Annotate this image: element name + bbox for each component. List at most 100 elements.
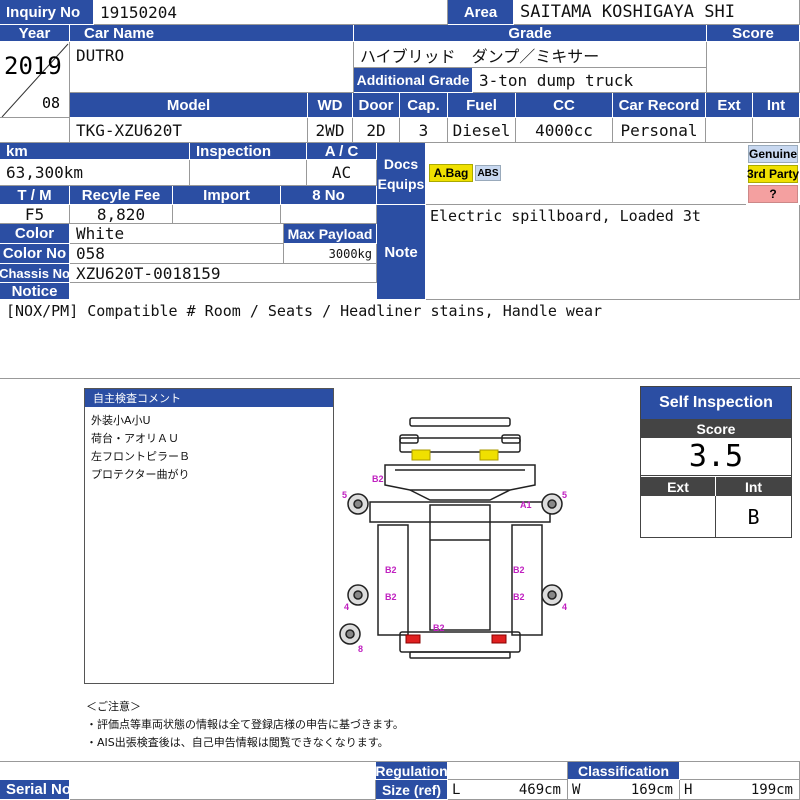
additional-grade-label: Additional Grade	[354, 68, 473, 93]
car-name-value: DUTRO	[70, 42, 354, 93]
mark-b2-bottom: B2	[433, 623, 445, 633]
month-value: 08	[42, 94, 61, 112]
mark-b2-left-2: B2	[385, 592, 397, 602]
classification-value	[680, 762, 800, 780]
mark-4-left: 4	[344, 602, 349, 612]
taillight-left	[405, 634, 421, 644]
int-value	[753, 118, 800, 143]
import-value	[173, 205, 281, 224]
size-w: W 169cm	[568, 780, 680, 800]
cc-label: CC	[516, 93, 613, 118]
additional-grade-value: 3-ton dump truck	[473, 68, 707, 93]
size-w-value: 169cm	[630, 781, 673, 798]
notice-label: Notice	[0, 283, 70, 300]
size-h-value: 199cm	[750, 781, 793, 798]
grade-label: Grade	[354, 25, 707, 42]
cc-value: 4000cc	[516, 118, 613, 143]
si-int-label: Int	[716, 477, 791, 496]
si-ext-value	[641, 496, 716, 537]
note-label: Note	[377, 205, 426, 300]
color-value: White	[70, 224, 284, 244]
self-inspection-title: Self Inspection	[641, 387, 791, 419]
no8-label: 8 No	[281, 186, 377, 205]
inspection-comment-title: 自主検査コメント	[85, 389, 333, 407]
fuel-value: Diesel	[448, 118, 516, 143]
third-party-tag: 3rd Party	[746, 165, 800, 183]
wheels	[339, 493, 563, 645]
import-label: Import	[173, 186, 281, 205]
size-l-value: 469cm	[518, 781, 561, 798]
chassis-no-label: Chassis No	[0, 264, 70, 283]
size-w-label: W	[572, 781, 581, 798]
grade-value: ハイブリッド ダンプ／ミキサー	[354, 42, 707, 68]
int-label: Int	[753, 93, 800, 118]
model-label: Model	[70, 93, 308, 118]
ac-label: A / C	[307, 143, 377, 160]
fuel-label: Fuel	[448, 93, 516, 118]
notes-line-2: ・AIS出張検査後は、自己申告情報は閲覧できなくなります。	[86, 736, 389, 749]
truck-damage-diagram: B2 A1 B2 B2 B2 B2 B2 5 5 4 4 8	[339, 417, 567, 659]
wd-label: WD	[308, 93, 353, 118]
wd-value: 2WD	[308, 118, 353, 143]
km-value: 63,300km	[0, 160, 190, 186]
ext-label: Ext	[706, 93, 753, 118]
size-h: H 199cm	[680, 780, 800, 800]
size-l-label: L	[452, 781, 461, 798]
area-label: Area	[448, 0, 514, 25]
si-score-label: Score	[641, 419, 791, 438]
mark-b2-cab: B2	[372, 474, 384, 484]
inspection-comment-box: 自主検査コメント 外装小A小U 荷台・アオリＡＵ 左フロントピラーＢ プロテクタ…	[84, 388, 334, 684]
mark-b2-right-1: B2	[513, 565, 525, 575]
notice-value: [NOX/PM] Compatible # Room / Seats / Hea…	[0, 300, 800, 379]
mark-b2-right-2: B2	[513, 592, 525, 602]
no8-value	[281, 205, 377, 224]
car-record-value: Personal	[613, 118, 706, 143]
ac-value: AC	[307, 160, 377, 186]
serial-no-label: Serial No	[0, 780, 70, 800]
km-label: km	[0, 143, 190, 160]
color-no-value: 058	[70, 244, 284, 264]
area-value: SAITAMA KOSHIGAYA SHI	[514, 0, 800, 25]
docs-equips-label: Docs Equips	[377, 143, 426, 205]
chassis-no-value: XZU620T-0018159	[70, 264, 377, 283]
genuine-tag: Genuine	[748, 145, 798, 163]
cap-label: Cap.	[400, 93, 448, 118]
mark-5-right: 5	[562, 490, 567, 500]
year-value: 2019	[4, 52, 62, 80]
equips-area: A.Bag ABS	[426, 143, 746, 205]
classification-label: Classification	[568, 762, 680, 780]
mark-a1: A1	[520, 500, 532, 510]
si-score-value: 3.5	[641, 438, 791, 476]
color-label: Color	[0, 224, 70, 244]
mark-4-right: 4	[562, 602, 567, 612]
comment-line: プロテクター曲がり	[91, 468, 190, 481]
mark-8: 8	[358, 644, 363, 654]
recycle-fee-label: Recyle Fee	[70, 186, 173, 205]
year-label: Year	[0, 25, 70, 42]
car-name-label: Car Name	[70, 25, 354, 42]
note-value: Electric spillboard, Loaded 3t	[426, 205, 800, 300]
si-int-value: B	[747, 504, 760, 529]
inspection-value	[190, 160, 307, 186]
inquiry-no-value: 19150204	[94, 0, 448, 25]
inspection-label: Inspection	[190, 143, 307, 160]
comment-line: 左フロントピラーＢ	[91, 450, 190, 463]
comment-line: 外装小A小U	[91, 414, 151, 427]
door-value: 2D	[353, 118, 400, 143]
model-blank	[0, 118, 70, 143]
max-payload-label: Max Payload	[284, 224, 377, 244]
mark-b2-left-1: B2	[385, 565, 397, 575]
color-no-label: Color No	[0, 244, 70, 264]
score-value	[707, 42, 800, 93]
size-h-label: H	[684, 781, 693, 798]
recycle-fee-value: 8,820	[70, 205, 173, 224]
door-label: Door	[353, 93, 400, 118]
si-ext-label: Ext	[641, 477, 716, 496]
mark-5-left: 5	[342, 490, 347, 500]
model-value: TKG-XZU620T	[70, 118, 308, 143]
taillight-right	[491, 634, 507, 644]
score-label: Score	[707, 25, 800, 42]
max-payload-value: 3000kg	[284, 244, 377, 264]
self-inspection-panel: Self Inspection Score 3.5 Ext Int B	[640, 386, 792, 538]
inquiry-no-label: Inquiry No	[0, 0, 94, 25]
